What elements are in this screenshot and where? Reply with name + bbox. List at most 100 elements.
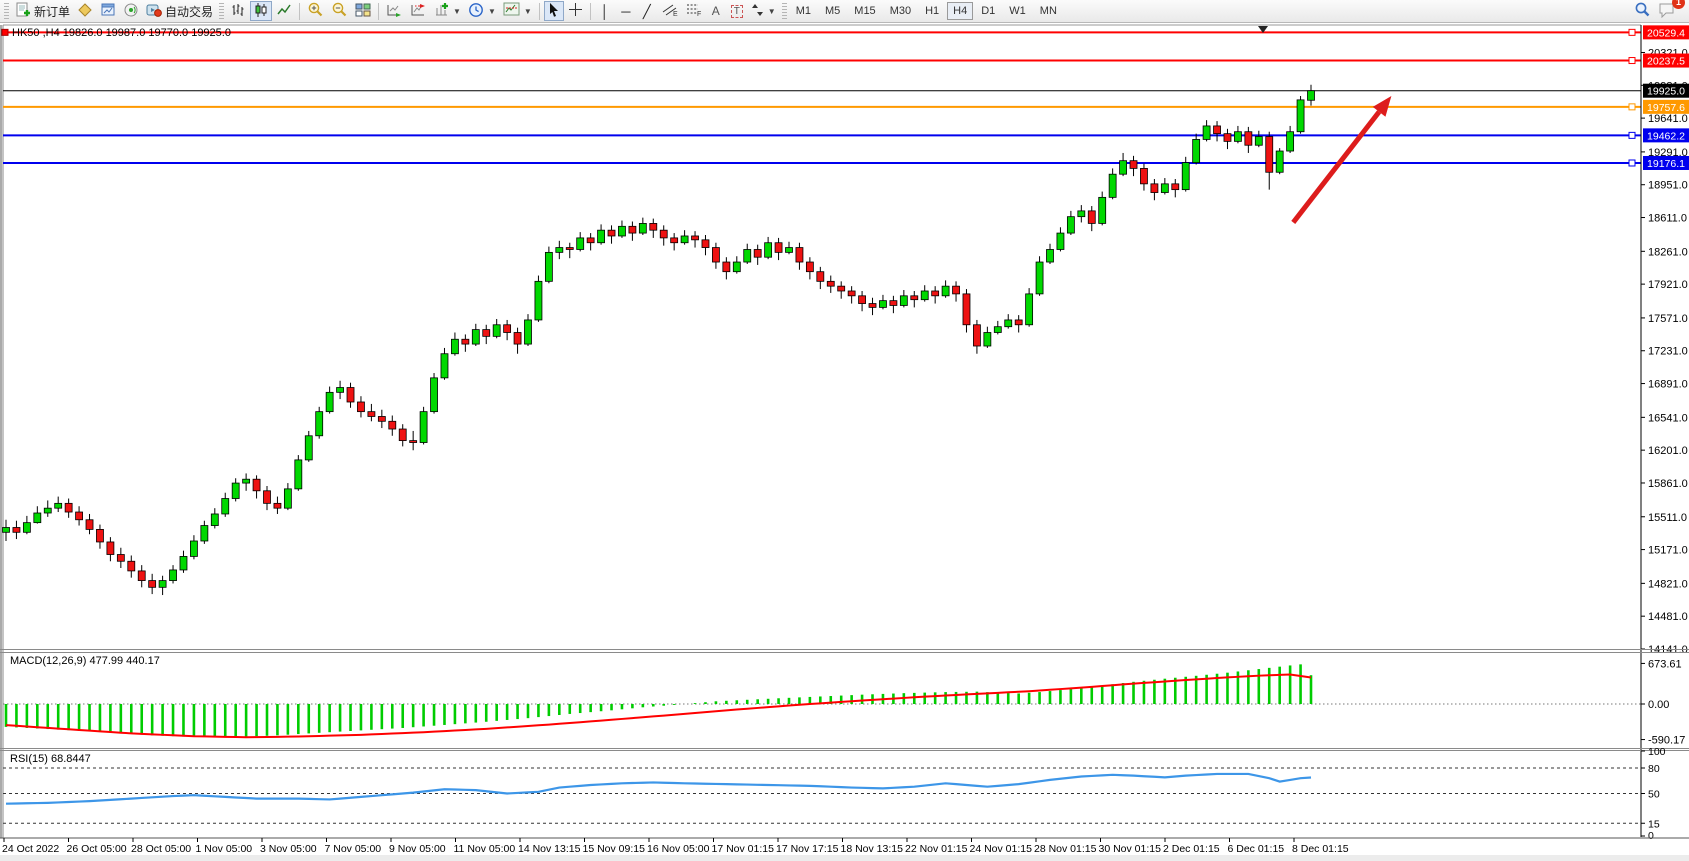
chart-area[interactable]: HK50 ,H4 19826.0 19987.0 19770.0 19925.0… [0,23,1689,861]
crosshair-button[interactable] [565,1,586,21]
candle-body [639,223,646,233]
candle-body [149,581,156,588]
zoom-out-button[interactable] [328,1,351,21]
candle-body [253,479,260,491]
candle-body [754,249,761,257]
macd-axis-label: 0.00 [1648,699,1669,711]
toolbar-grip[interactable] [782,3,787,19]
candle-body [1151,184,1158,193]
candle-body [733,262,740,272]
candle-body [128,561,135,571]
metaeditor-icon [77,2,93,21]
bar-chart-button[interactable] [227,1,249,21]
timeframe-button-M1[interactable]: M1 [790,2,817,20]
candle-body [284,489,291,508]
line-handle[interactable] [2,29,8,35]
new-chart-button[interactable] [97,1,119,21]
line-handle[interactable] [1629,132,1635,138]
autotrading-icon [146,2,162,21]
toolbar-grip[interactable] [219,3,224,19]
new-order-icon [15,2,31,21]
candle-body [796,248,803,262]
search-button[interactable] [1631,1,1654,21]
notification-badge[interactable]: 1 [1672,0,1685,9]
timeframe-button-M30[interactable]: M30 [884,2,917,20]
axis-tick-label: 19641.0 [1648,113,1688,125]
tile-windows-button[interactable] [352,1,374,21]
candle-body [681,236,688,243]
candle-body [55,503,62,508]
toolbar-grip[interactable] [4,3,9,19]
candle-body [1047,249,1054,262]
price-label-text: 19462.2 [1647,130,1685,142]
candle-body [1266,137,1273,173]
candle-body [190,541,197,556]
candle-body [556,248,563,253]
candle-body [525,320,532,344]
autotrading-button[interactable]: 自动交易 [143,1,216,21]
indicators-button[interactable]: ▼ [431,1,464,21]
line-handle[interactable] [1629,29,1635,35]
search-icon [1634,1,1651,21]
vertical-line-button[interactable]: │ [595,1,615,21]
candle-body [117,555,124,562]
periods-button[interactable]: ▼ [465,1,499,21]
timeframe-button-W1[interactable]: W1 [1003,2,1032,20]
candle-body [629,226,636,233]
indicators-caret-icon: ▼ [453,7,461,16]
candle-body [973,325,980,346]
candle-body [890,301,897,306]
timeframe-button-D1[interactable]: D1 [975,2,1001,20]
auto-scroll-button[interactable] [383,1,406,21]
trendline-button[interactable]: ╱ [637,1,657,21]
fibonacci-button[interactable]: F [682,1,705,21]
horizontal-line-button[interactable]: ─ [616,1,636,21]
candle-body [618,226,625,236]
candle-body [451,339,458,353]
candle-body [462,339,469,344]
candle-body [1005,320,1012,327]
candle-body [1234,132,1241,142]
metaeditor-button[interactable] [74,1,96,21]
text-label-button[interactable]: T [727,1,747,21]
time-tick-label: 24 Oct 2022 [2,843,59,855]
text-button[interactable]: A [706,1,726,21]
cursor-button[interactable] [544,1,564,21]
line-handle[interactable] [1629,58,1635,64]
candle-body [984,332,991,346]
timeframe-button-M5[interactable]: M5 [819,2,846,20]
rsi-axis-label: 50 [1648,789,1660,801]
line-handle[interactable] [1629,160,1635,166]
time-tick-label: 2 Dec 01:15 [1163,843,1220,855]
timeframe-button-H1[interactable]: H1 [919,2,945,20]
candle-body [1140,168,1147,183]
line-handle[interactable] [1629,104,1635,110]
time-tick-label: 28 Nov 01:15 [1034,843,1097,855]
candle-body [545,252,552,281]
candle-body [598,230,605,243]
candle-body [879,301,886,308]
chart-shift-button[interactable] [407,1,430,21]
candle-body [1078,211,1085,217]
chart-canvas[interactable]: 20321.019981.019641.019291.018951.018611… [0,23,1689,861]
timeframe-button-H4[interactable]: H4 [947,2,973,20]
candle-body [702,240,709,248]
new-order-button[interactable]: 新订单 [12,1,73,21]
time-tick-label: 18 Nov 13:15 [841,843,904,855]
candle-body [942,286,949,296]
axis-tick-label: 18951.0 [1648,180,1688,192]
candle-body [201,526,208,541]
timeframe-button-M15[interactable]: M15 [848,2,881,20]
line-chart-button[interactable] [273,1,295,21]
timeframe-button-MN[interactable]: MN [1034,2,1063,20]
zoom-in-button[interactable] [304,1,327,21]
signals-button[interactable] [120,1,142,21]
templates-button[interactable]: ▼ [500,1,535,21]
candle-body [13,527,20,532]
equidistant-channel-button[interactable]: E [658,1,681,21]
time-tick-label: 3 Nov 05:00 [260,843,317,855]
arrows-button[interactable]: ▼ [748,1,779,21]
candle-body [712,248,719,262]
equidistant-channel-icon: E [661,2,678,20]
candlestick-chart-button[interactable] [250,1,272,21]
